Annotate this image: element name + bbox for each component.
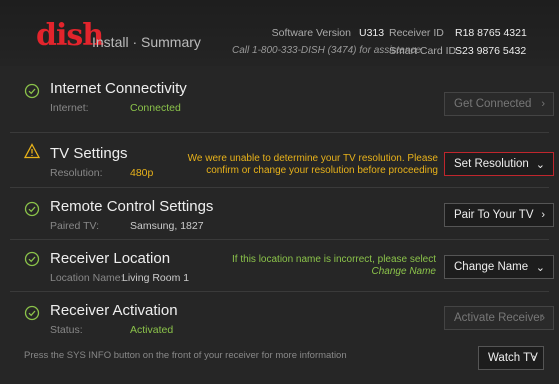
row-value: Activated [130, 324, 174, 336]
button-label: Change Name [454, 261, 529, 273]
header: dish Install · Summary Call 1-800-333-DI… [0, 0, 559, 66]
chevron-right-icon: › [541, 98, 545, 110]
row-title: TV Settings [50, 145, 128, 162]
chevron-down-icon: ⌄ [535, 159, 545, 171]
check-circle-icon [24, 305, 40, 321]
row-title: Internet Connectivity [50, 80, 187, 97]
row-receiver-location: Receiver Location Location Name: Living … [10, 245, 554, 292]
receiver-id-value: R18 8765 4321 [455, 27, 527, 39]
location-line-1: If this location name is incorrect, plea… [232, 254, 436, 265]
row-label: Paired TV: [50, 220, 100, 232]
watch-tv-button[interactable]: Watch TV › [478, 346, 544, 370]
row-label: Status: [50, 324, 83, 336]
row-label: Internet: [50, 102, 89, 114]
warning-line-2: confirm or change your resolution before… [206, 165, 438, 176]
chevron-down-icon: ⌄ [535, 262, 545, 274]
row-label: Location Name: [50, 272, 124, 284]
check-circle-icon [24, 201, 40, 217]
software-version-value: U313 [359, 27, 385, 39]
activate-receiver-button[interactable]: Activate Receiver › [444, 306, 554, 330]
chevron-right-icon: › [541, 209, 545, 221]
check-circle-icon [24, 251, 40, 267]
row-value: Living Room 1 [122, 272, 190, 284]
button-label: Activate Receiver [454, 312, 544, 324]
row-label: Resolution: [50, 167, 103, 179]
button-label: Pair To Your TV [454, 209, 534, 221]
row-title: Receiver Activation [50, 302, 178, 319]
receiver-id-label: Receiver ID [389, 27, 444, 39]
install-summary-screen: dish Install · Summary Call 1-800-333-DI… [0, 0, 559, 384]
row-value: Connected [130, 102, 181, 114]
button-label: Set Resolution [454, 158, 529, 170]
change-name-button[interactable]: Change Name ⌄ [444, 255, 554, 279]
location-message: If this location name is incorrect, plea… [200, 254, 436, 278]
page-title: Install · Summary [92, 34, 201, 50]
location-line-2: Change Name [371, 266, 436, 277]
chevron-right-icon: › [532, 352, 536, 364]
row-remote-control: Remote Control Settings Paired TV: Samsu… [10, 193, 554, 240]
warning-line-1: We were unable to determine your TV reso… [187, 153, 438, 164]
software-version-label: Software Version [271, 27, 351, 39]
set-resolution-button[interactable]: Set Resolution ⌄ [444, 152, 554, 176]
row-value: 480p [130, 167, 154, 179]
row-receiver-activation: Receiver Activation Status: Activated Ac… [10, 297, 554, 341]
warning-icon [24, 143, 40, 159]
get-connected-button[interactable]: Get Connected › [444, 92, 554, 116]
row-title: Receiver Location [50, 250, 171, 267]
button-label: Get Connected [454, 98, 532, 110]
button-label: Watch TV [488, 352, 538, 364]
smart-card-value: S23 9876 5432 [455, 45, 527, 57]
pair-to-tv-button[interactable]: Pair To Your TV › [444, 203, 554, 227]
footer-note: Press the SYS INFO button on the front o… [24, 350, 347, 361]
row-tv-settings: TV Settings Resolution: 480p We were una… [10, 141, 554, 188]
check-circle-icon [24, 83, 40, 99]
row-internet: Internet Connectivity Internet: Connecte… [10, 70, 554, 133]
warning-message: We were unable to determine your TV reso… [180, 153, 438, 177]
smart-card-label: Smart Card ID [389, 45, 457, 57]
row-value: Samsung, 1827 [130, 220, 204, 232]
chevron-right-icon: › [541, 312, 545, 324]
row-title: Remote Control Settings [50, 198, 214, 215]
